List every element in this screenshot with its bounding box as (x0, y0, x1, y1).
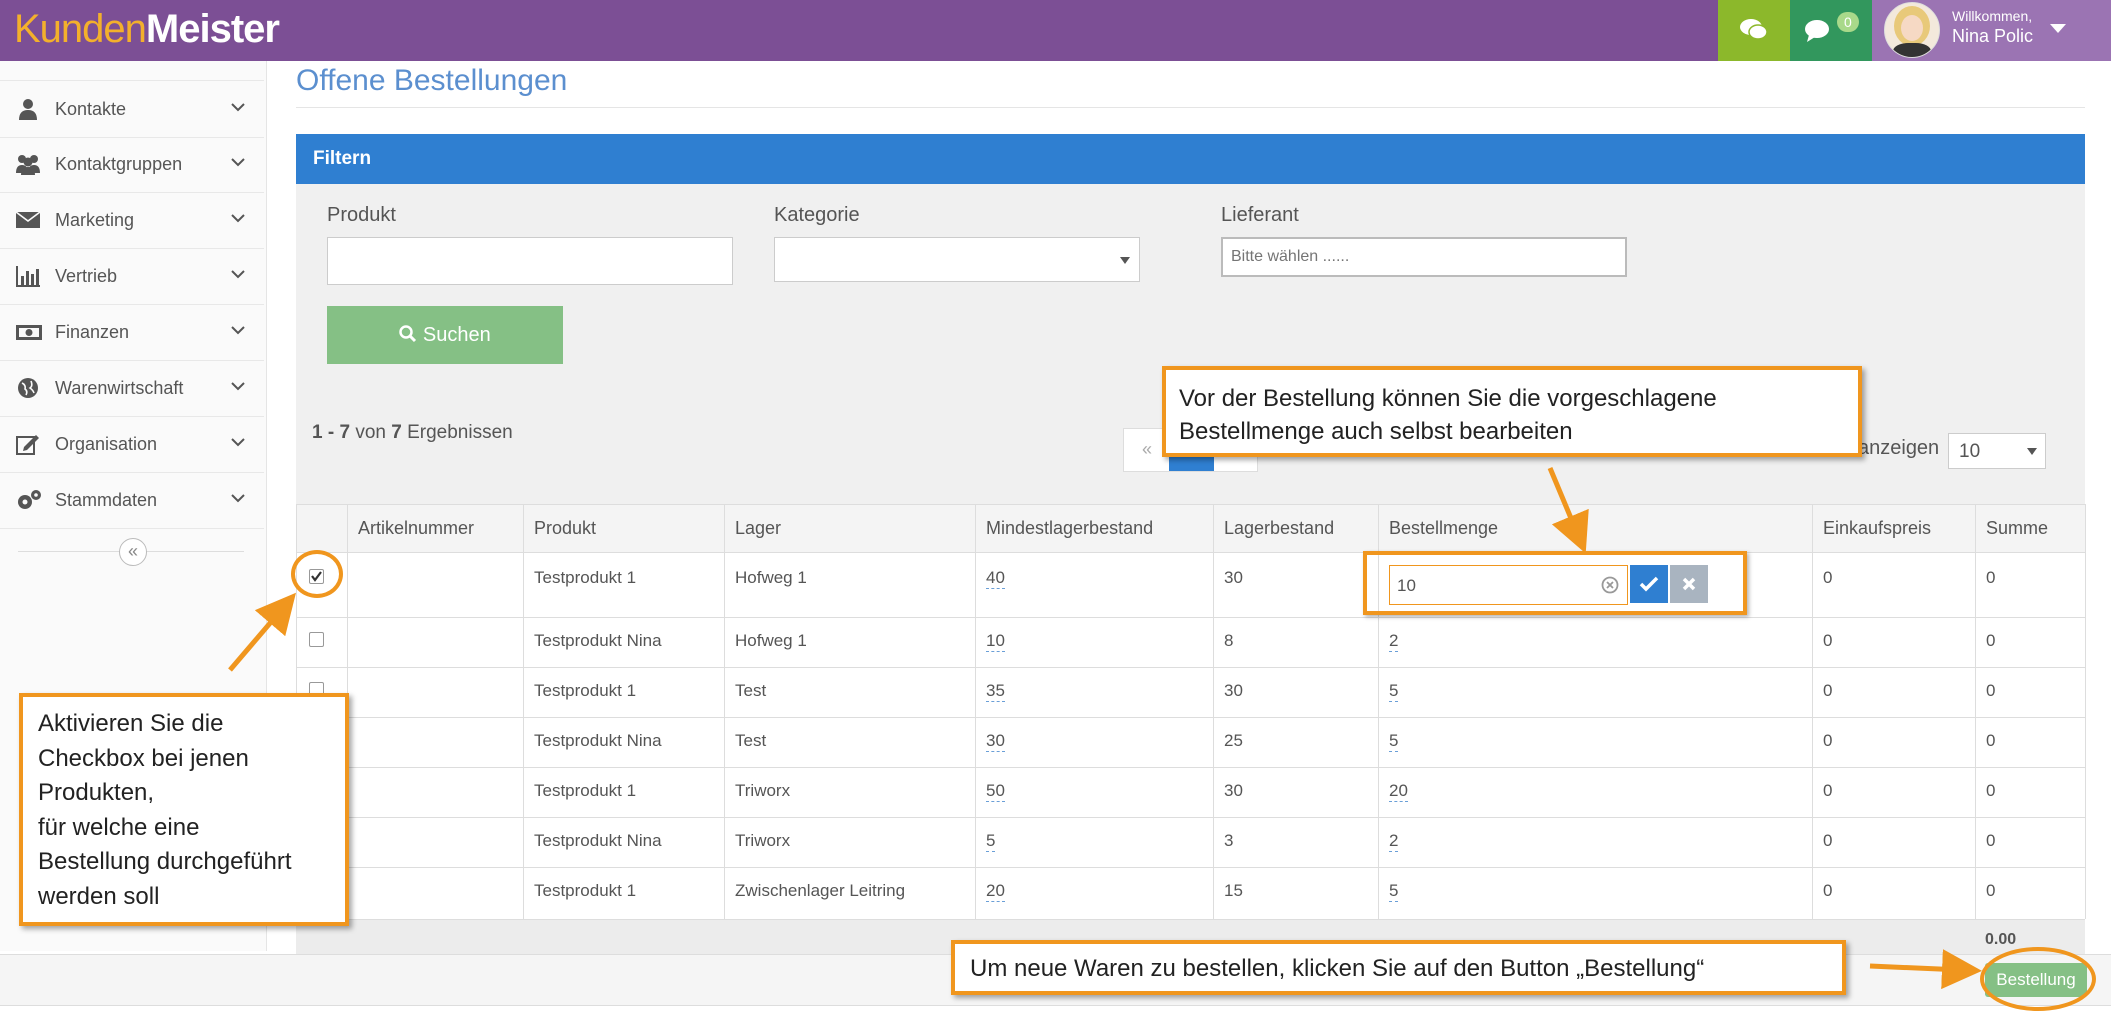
arrow-to-order-button (1869, 949, 1982, 990)
callout-arrows (228, 467, 1982, 990)
arrow-to-quantity (1547, 467, 1589, 554)
arrow-to-checkbox (228, 592, 296, 672)
